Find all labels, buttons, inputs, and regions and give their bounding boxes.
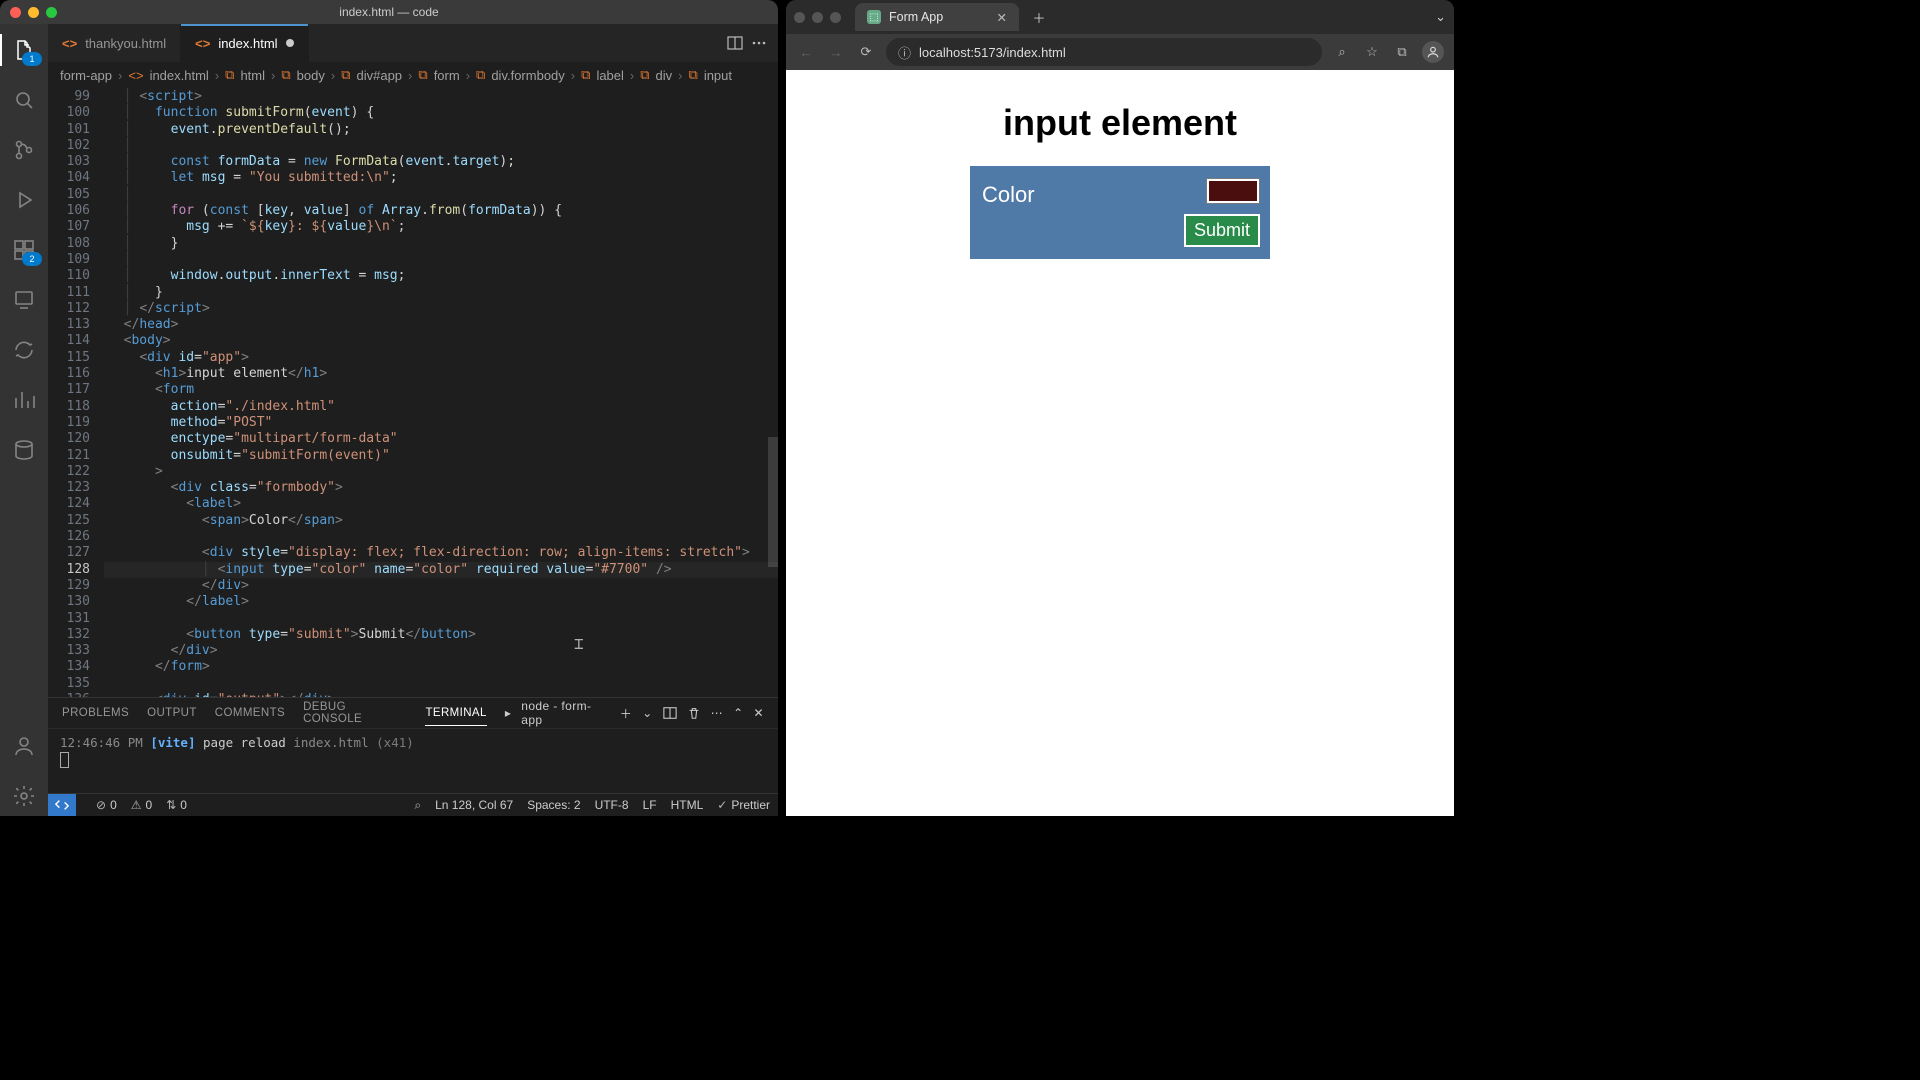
forward-icon[interactable]: → [826, 42, 846, 62]
html-file-icon: <> [195, 36, 210, 51]
status-find-icon[interactable]: ⌕ [414, 798, 421, 813]
status-encoding[interactable]: UTF-8 [595, 798, 629, 812]
status-cursor[interactable]: Ln 128, Col 67 [435, 798, 513, 812]
extensions-badge: 2 [22, 252, 42, 266]
tabs-dropdown-icon[interactable]: ⌄ [1435, 9, 1446, 25]
color-label: Color [980, 178, 1035, 208]
terminal-dropdown-icon[interactable]: ⌄ [642, 706, 652, 720]
terminal-output[interactable]: 12:46:46 PM [vite] page reload index.htm… [48, 729, 778, 793]
panel-tab-debug[interactable]: DEBUG CONSOLE [303, 701, 407, 725]
status-formatter[interactable]: ✓Prettier [717, 798, 770, 812]
minimize-icon[interactable] [28, 7, 39, 18]
bookmark-icon[interactable]: ☆ [1362, 42, 1382, 62]
status-eol[interactable]: LF [643, 798, 657, 812]
search-icon[interactable] [0, 80, 48, 120]
browser-window: ⬚ Form App ✕ ＋ ⌄ ← → ⟳ ⓘ localhost:5173/… [786, 0, 1454, 816]
editor-tab[interactable]: <> thankyou.html [48, 24, 181, 62]
submit-button[interactable]: Submit [1184, 214, 1260, 247]
form-card: Color Submit [970, 166, 1270, 259]
account-icon[interactable] [0, 726, 48, 766]
editor-tabs: <> thankyou.html <> index.html [48, 24, 778, 63]
vscode-window: index.html — code 1 2 [0, 0, 778, 816]
color-input[interactable] [1206, 178, 1260, 204]
status-errors[interactable]: ⊘0 [96, 798, 117, 812]
panel-tab-problems[interactable]: PROBLEMS [62, 707, 129, 719]
terminal-task-label[interactable]: node - form-app [521, 699, 610, 727]
new-tab-button[interactable]: ＋ [1027, 5, 1051, 29]
explorer-badge: 1 [22, 52, 42, 66]
tab-label: index.html [218, 36, 277, 51]
terminal-cursor [60, 752, 69, 768]
code-editor[interactable]: 9910010110210310410510610710810911011111… [48, 87, 778, 697]
traffic-lights [10, 7, 57, 18]
activity-bar: 1 2 [0, 24, 48, 816]
run-debug-icon[interactable] [0, 180, 48, 220]
profile-avatar-icon[interactable] [1422, 41, 1444, 63]
status-spaces[interactable]: Spaces: 2 [527, 798, 580, 812]
split-editor-icon[interactable] [726, 34, 744, 52]
site-info-icon[interactable]: ⓘ [898, 43, 911, 62]
favicon-icon: ⬚ [867, 10, 881, 24]
page-heading: input element [1003, 102, 1237, 144]
refresh-icon[interactable] [0, 330, 48, 370]
settings-gear-icon[interactable] [0, 776, 48, 816]
close-icon[interactable] [794, 12, 805, 23]
extensions-puzzle-icon[interactable]: ⧉ [1392, 42, 1412, 62]
breadcrumb[interactable]: form-app› <>index.html› ⧉html› ⧉body› ⧉d… [48, 63, 778, 87]
editor-tab[interactable]: <> index.html [181, 24, 308, 62]
url-text: localhost:5173/index.html [919, 45, 1066, 60]
maximize-panel-icon[interactable]: ⌃ [733, 706, 743, 720]
status-language[interactable]: HTML [671, 798, 704, 812]
code-content[interactable]: │ <script> │ function submitForm(event) … [104, 87, 778, 697]
new-terminal-icon[interactable]: ＋ [620, 705, 632, 722]
line-gutter: 9910010110210310410510610710810911011111… [48, 87, 104, 697]
zoom-icon[interactable] [46, 7, 57, 18]
panel-tab-terminal[interactable]: TERMINAL [425, 707, 486, 719]
color-swatch [1209, 181, 1257, 201]
status-warnings[interactable]: ⚠0 [131, 798, 152, 812]
browser-toolbar: ← → ⟳ ⓘ localhost:5173/index.html ⌕ ☆ ⧉ [786, 34, 1454, 70]
split-terminal-icon[interactable] [663, 706, 677, 720]
status-bar: ⊘0 ⚠0 ⇅0 ⌕ Ln 128, Col 67 Spaces: 2 UTF-… [48, 793, 778, 816]
source-control-icon[interactable] [0, 130, 48, 170]
close-tab-icon[interactable]: ✕ [997, 10, 1007, 25]
browser-viewport: input element Color Submit [786, 70, 1454, 816]
zoom-icon[interactable] [830, 12, 841, 23]
terminal-launch-icon[interactable]: ▸ [505, 706, 511, 720]
bottom-panel: PROBLEMS OUTPUT COMMENTS DEBUG CONSOLE T… [48, 697, 778, 793]
panel-tabs: PROBLEMS OUTPUT COMMENTS DEBUG CONSOLE T… [48, 698, 778, 729]
remote-explorer-icon[interactable] [0, 280, 48, 320]
minimize-icon[interactable] [812, 12, 823, 23]
remote-indicator-icon[interactable] [48, 794, 76, 816]
html-file-icon: <> [62, 36, 77, 51]
zoom-search-icon[interactable]: ⌕ [1332, 42, 1352, 62]
back-icon[interactable]: ← [796, 42, 816, 62]
window-title: index.html — code [0, 5, 778, 19]
browser-tab-title: Form App [889, 10, 943, 24]
more-icon[interactable]: ⋯ [711, 706, 723, 720]
close-icon[interactable] [10, 7, 21, 18]
scrollbar-thumb[interactable] [768, 437, 778, 567]
browser-tabstrip: ⬚ Form App ✕ ＋ ⌄ [786, 0, 1454, 34]
address-bar[interactable]: ⓘ localhost:5173/index.html [886, 38, 1322, 66]
graph-icon[interactable] [0, 380, 48, 420]
vscode-titlebar: index.html — code [0, 0, 778, 24]
modified-indicator-icon [286, 39, 294, 47]
tab-label: thankyou.html [85, 36, 166, 51]
more-actions-icon[interactable] [750, 34, 768, 52]
browser-tab[interactable]: ⬚ Form App ✕ [855, 3, 1019, 31]
panel-tab-output[interactable]: OUTPUT [147, 707, 197, 719]
panel-tab-comments[interactable]: COMMENTS [215, 707, 285, 719]
reload-icon[interactable]: ⟳ [856, 42, 876, 62]
close-panel-icon[interactable]: ✕ [754, 706, 764, 720]
database-icon[interactable] [0, 430, 48, 470]
extensions-icon[interactable]: 2 [0, 230, 48, 270]
kill-terminal-icon[interactable] [687, 706, 701, 720]
explorer-icon[interactable]: 1 [0, 30, 48, 70]
status-ports[interactable]: ⇅0 [166, 798, 187, 812]
